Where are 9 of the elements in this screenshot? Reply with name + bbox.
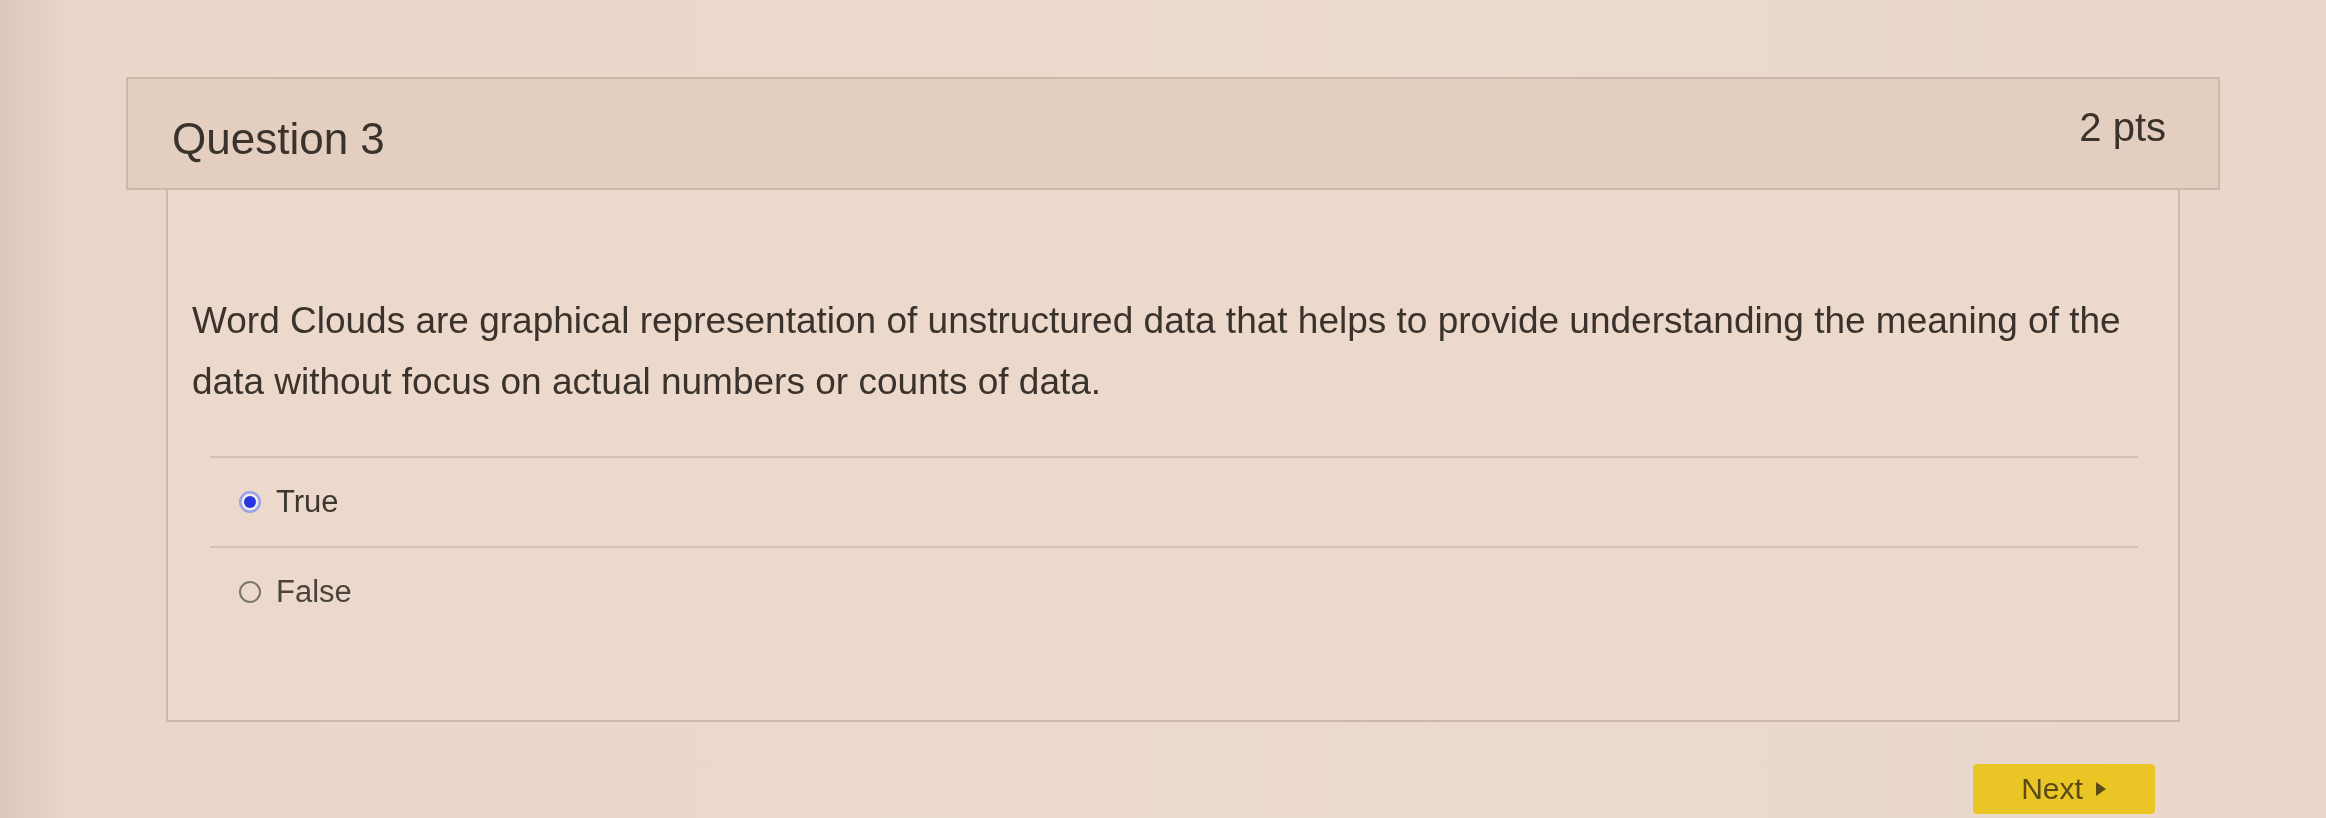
answer-label: False	[276, 574, 352, 610]
answer-label: True	[276, 484, 339, 520]
points-label: 2 pts	[2079, 105, 2166, 149]
question-text: Word Clouds are graphical representation of unstructured data that helps to provide understanding the meaning of the data without focus on actual numbers or counts of data.	[192, 299, 2122, 404]
question-title: Question 3	[172, 115, 385, 164]
radio-button[interactable]	[238, 580, 262, 604]
radio-button[interactable]	[238, 490, 262, 514]
caret-icon	[2094, 781, 2107, 797]
next-button[interactable]: Next	[1973, 764, 2155, 814]
